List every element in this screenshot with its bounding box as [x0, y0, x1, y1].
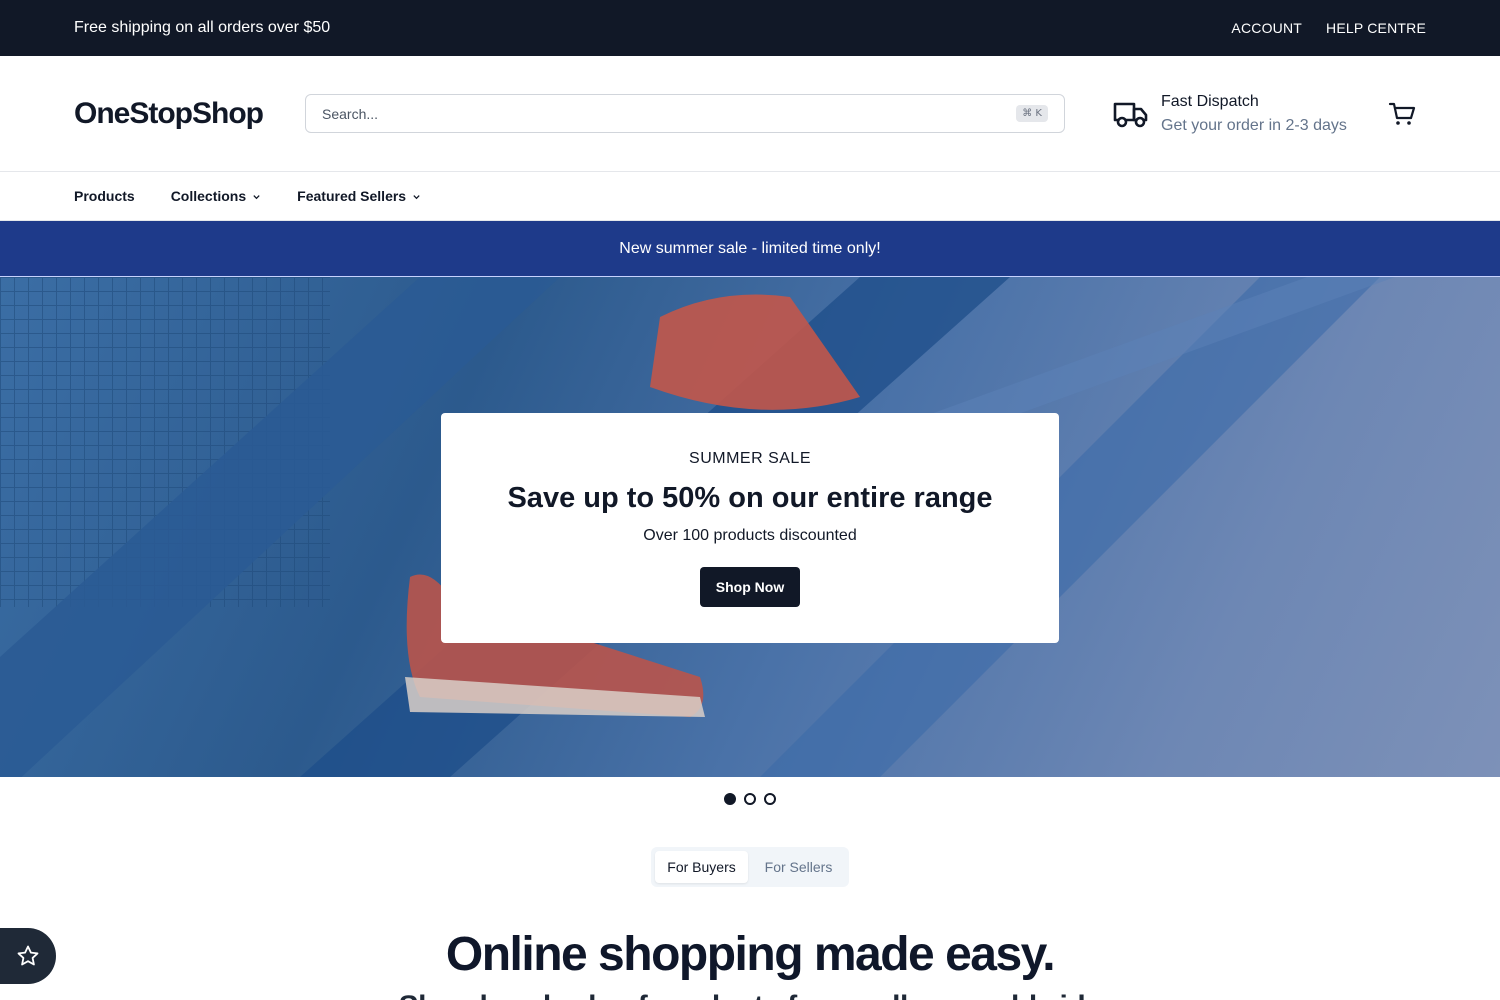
nav-products-label: Products: [74, 188, 135, 204]
chevron-down-icon: [253, 194, 260, 199]
shop-now-button[interactable]: Shop Now: [699, 567, 801, 607]
search-shortcut-badge: ⌘ K: [1016, 105, 1048, 122]
chevron-down-icon: [413, 194, 420, 199]
nav-collections[interactable]: Collections: [171, 188, 261, 204]
favorites-floating-button[interactable]: [0, 928, 56, 984]
main-navigation: Products Collections Featured Sellers: [0, 172, 1500, 221]
dispatch-subtitle: Get your order in 2-3 days: [1161, 116, 1347, 134]
site-logo[interactable]: OneStopShop: [74, 97, 305, 131]
fast-dispatch-info: Fast Dispatch Get your order in 2-3 days: [1113, 93, 1347, 135]
free-shipping-message: Free shipping on all orders over $50: [74, 19, 331, 36]
account-link[interactable]: ACCOUNT: [1231, 20, 1302, 36]
nav-products[interactable]: Products: [74, 188, 135, 204]
dispatch-title: Fast Dispatch: [1161, 92, 1259, 110]
promo-eyebrow: SUMMER SALE: [689, 450, 811, 467]
nav-featured-sellers-label: Featured Sellers: [297, 188, 407, 204]
site-header: OneStopShop ⌘ K Fast Dispatch Get your o…: [0, 56, 1500, 172]
sale-banner[interactable]: New summer sale - limited time only!: [0, 221, 1500, 277]
star-icon: [17, 945, 39, 966]
top-announcement-bar: Free shipping on all orders over $50 ACC…: [0, 0, 1500, 56]
carousel-dot-2[interactable]: [744, 793, 756, 805]
tab-for-buyers[interactable]: For Buyers: [655, 851, 748, 883]
promo-card: SUMMER SALE Save up to 50% on our entire…: [441, 413, 1059, 643]
tab-for-sellers[interactable]: For Sellers: [752, 851, 845, 883]
hero-carousel: SUMMER SALE Save up to 50% on our entire…: [0, 277, 1500, 777]
nav-collections-label: Collections: [170, 188, 247, 204]
section-subtitle: Shop hundreds of products from sellers w…: [0, 990, 1500, 1000]
promo-headline: Save up to 50% on our entire range: [507, 482, 993, 514]
section-title: Online shopping made easy.: [445, 928, 1056, 981]
nav-featured-sellers[interactable]: Featured Sellers: [297, 188, 421, 204]
carousel-dot-1[interactable]: [724, 793, 736, 805]
cart-icon[interactable]: [1387, 99, 1417, 129]
carousel-indicators: [0, 793, 1500, 805]
carousel-dot-3[interactable]: [764, 793, 776, 805]
audience-toggle: For Buyers For Sellers: [651, 847, 849, 887]
top-links: ACCOUNT HELP CENTRE: [1231, 20, 1426, 36]
search-input[interactable]: [322, 105, 1017, 122]
search-box[interactable]: ⌘ K: [305, 94, 1065, 133]
promo-description: Over 100 products discounted: [643, 527, 857, 544]
truck-icon: [1113, 102, 1148, 127]
help-centre-link[interactable]: HELP CENTRE: [1326, 20, 1426, 36]
